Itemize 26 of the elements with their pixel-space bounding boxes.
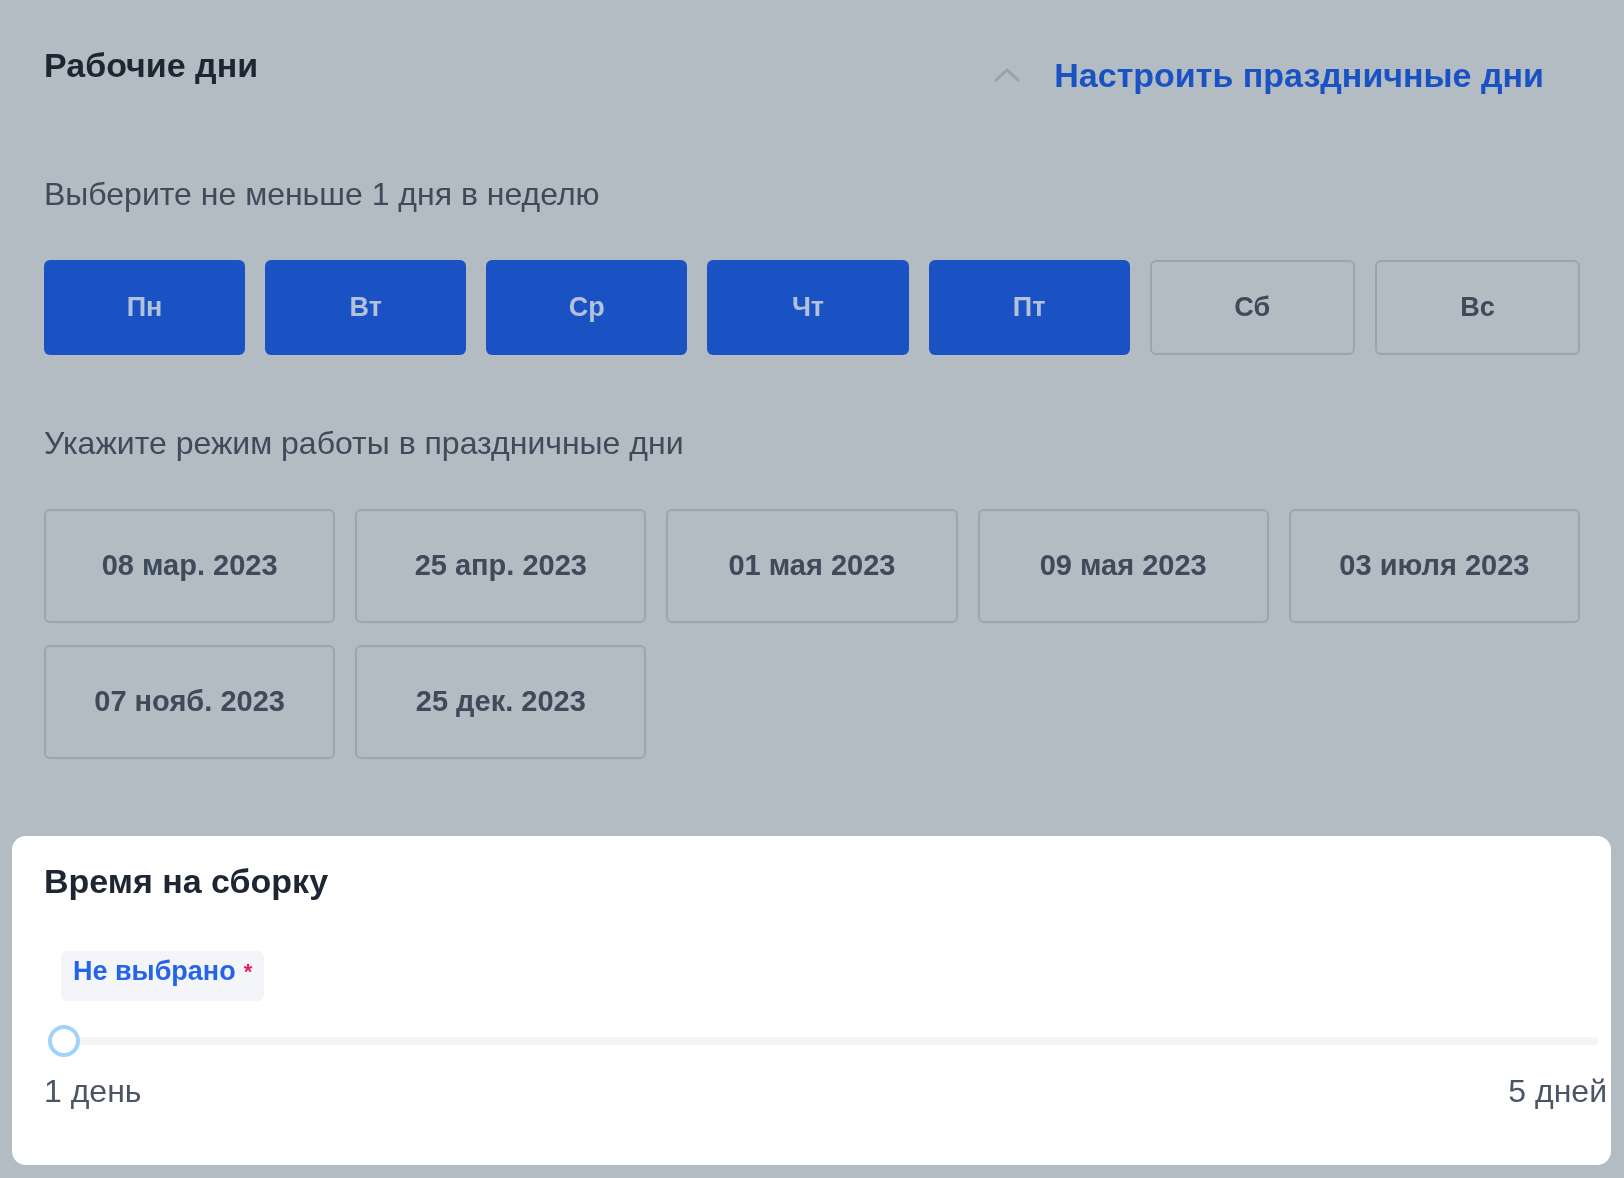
weekday-toggle[interactable]: Пт <box>928 260 1130 355</box>
weekday-toggle[interactable]: Вт <box>265 260 467 355</box>
weekday-toggle[interactable]: Ср <box>486 260 688 355</box>
weekday-toggle[interactable]: Пн <box>44 260 246 355</box>
holiday-date-button[interactable]: 09 мая 2023 <box>977 509 1269 623</box>
holiday-date-button[interactable]: 03 июля 2023 <box>1288 509 1580 623</box>
slider-thumb[interactable] <box>48 1025 80 1057</box>
required-mark: * <box>243 958 253 986</box>
weekday-toggle[interactable]: Чт <box>707 260 909 355</box>
days-hint: Выберите не меньше 1 дня в неделю <box>44 175 601 214</box>
holiday-date-button[interactable]: 08 мар. 2023 <box>44 509 336 623</box>
holidays-hint: Укажите режим работы в праздничные дни <box>44 424 685 463</box>
holiday-date-button[interactable]: 25 дек. 2023 <box>355 645 647 759</box>
holidays-link[interactable]: Настроить праздничные дни <box>1054 52 1544 98</box>
section-title: Рабочие дни <box>44 45 259 86</box>
weekday-toggle[interactable]: Сб <box>1149 260 1355 355</box>
max-label: 5 дней <box>1508 1072 1607 1111</box>
slider[interactable] <box>48 1025 1598 1057</box>
weekday-toggle[interactable]: Вс <box>1374 260 1580 355</box>
holiday-date-button[interactable]: 07 нояб. 2023 <box>44 645 336 759</box>
chevron-up-icon[interactable] <box>992 66 1023 84</box>
holiday-date-button[interactable]: 25 апр. 2023 <box>355 509 647 623</box>
value-label: Не выбрано <box>73 955 236 988</box>
min-label: 1 день <box>44 1072 142 1111</box>
card-title: Время на сборку <box>44 861 330 902</box>
holiday-date-button[interactable]: 01 мая 2023 <box>666 509 958 623</box>
